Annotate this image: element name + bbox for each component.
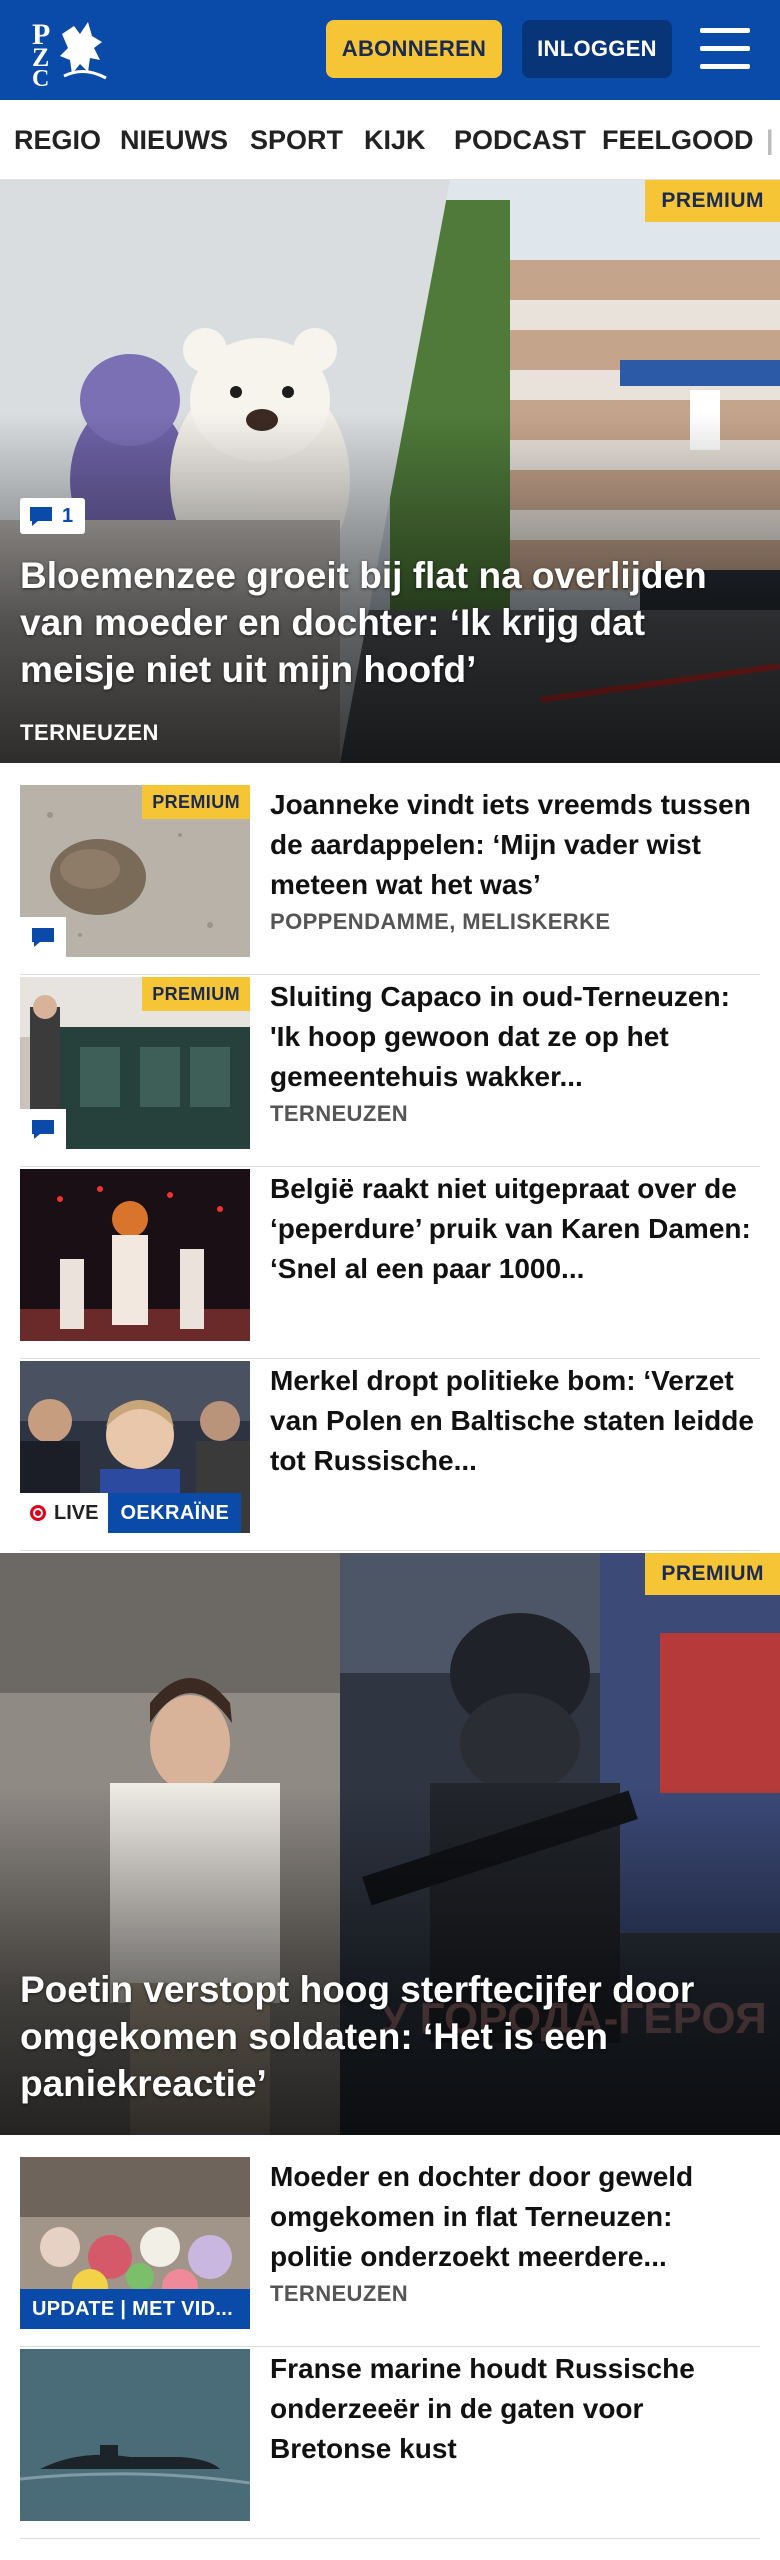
nav-overflow-indicator: | [766,125,774,155]
article-thumbnail [20,2349,250,2521]
live-text: LIVE [54,1501,99,1524]
hero-title[interactable]: Poetin verstopt hoog sterftecijfer door … [20,1966,760,2107]
list-item-joanneke[interactable]: PREMIUM Joanneke vindt iets vreemds tuss… [20,785,760,975]
site-header: P Z C ABONNEREN INLOGGEN [0,0,780,100]
article-thumbnail: LIVE OEKRAÏNE [20,1361,250,1533]
article-location: TERNEUZEN [270,1101,409,1126]
pzc-logo[interactable]: P Z C [28,12,114,92]
hamburger-menu-icon[interactable] [698,26,752,72]
hero-article-poetin[interactable]: У ГОРОДА-ГЕРОЯ – PREMIUM Poetin verstopt… [0,1553,780,2135]
topic-tag[interactable]: OEKRAÏNE [108,1493,242,1533]
nav-item-podcast[interactable]: PODCAST [454,100,586,179]
nav-item-regio[interactable]: REGIO [14,100,101,179]
section-nav: REGIO NIEUWS SPORT KIJK PODCAST FEELGOOD… [0,100,780,180]
update-video-tag: UPDATE | MET VID... [20,2289,250,2329]
article-thumbnail [20,1169,250,1341]
premium-badge: PREMIUM [645,1553,780,1595]
hero-title[interactable]: Bloemenzee groeit bij flat na overlijden… [20,552,760,693]
list-item-karen-damen[interactable]: België raakt niet uitgepraat over de ‘pe… [20,1169,760,1359]
list-item-moeder-dochter[interactable]: UPDATE | MET VID... Moeder en dochter do… [20,2157,760,2347]
article-title[interactable]: Franse marine houdt Russische onderzeeër… [270,2349,760,2469]
premium-badge: PREMIUM [142,785,250,819]
hero-location: TERNEUZEN [20,720,159,745]
article-location: POPPENDAMME, MELISKERKE [270,909,611,934]
article-title[interactable]: Merkel dropt politieke bom: ‘Verzet van … [270,1361,760,1481]
list-item-merkel[interactable]: LIVE OEKRAÏNE Merkel dropt politieke bom… [20,1361,760,1551]
nav-item-kijk[interactable]: KIJK [364,100,426,179]
hero-article-bloemenzee[interactable]: PREMIUM 1 Bloemenzee groeit bij flat na … [0,180,780,763]
premium-badge: PREMIUM [645,180,780,222]
list-item-capaco[interactable]: PREMIUM Sluiting Capaco in oud-Terneuzen… [20,977,760,1167]
premium-badge: PREMIUM [142,977,250,1011]
nav-item-nieuws[interactable]: NIEUWS [120,100,228,179]
article-title[interactable]: België raakt niet uitgepraat over de ‘pe… [270,1169,760,1289]
article-location: TERNEUZEN [270,2281,409,2306]
live-dot-icon [30,1505,46,1521]
svg-text:C: C [32,66,49,88]
comment-icon[interactable] [20,1109,66,1149]
comment-icon[interactable] [20,917,66,957]
article-title[interactable]: Joanneke vindt iets vreemds tussen de aa… [270,785,760,905]
nav-item-feelgood[interactable]: FEELGOOD [602,100,754,179]
comment-count-badge[interactable]: 1 [20,498,86,534]
comment-icon [30,507,52,526]
article-thumbnail: UPDATE | MET VID... [20,2157,250,2329]
article-thumbnail: PREMIUM [20,785,250,957]
comment-count: 1 [62,504,74,527]
live-tag: LIVE OEKRAÏNE [20,1493,242,1533]
login-button[interactable]: INLOGGEN [522,20,672,78]
live-indicator: LIVE [20,1493,109,1533]
list-item-onderzeeer[interactable]: Franse marine houdt Russische onderzeeër… [20,2349,760,2539]
article-title[interactable]: Moeder en dochter door geweld omgekomen … [270,2157,760,2277]
nav-item-sport[interactable]: SPORT [250,100,343,179]
subscribe-button[interactable]: ABONNEREN [326,20,502,78]
article-thumbnail: PREMIUM [20,977,250,1149]
article-title[interactable]: Sluiting Capaco in oud-Terneuzen: 'Ik ho… [270,977,760,1097]
